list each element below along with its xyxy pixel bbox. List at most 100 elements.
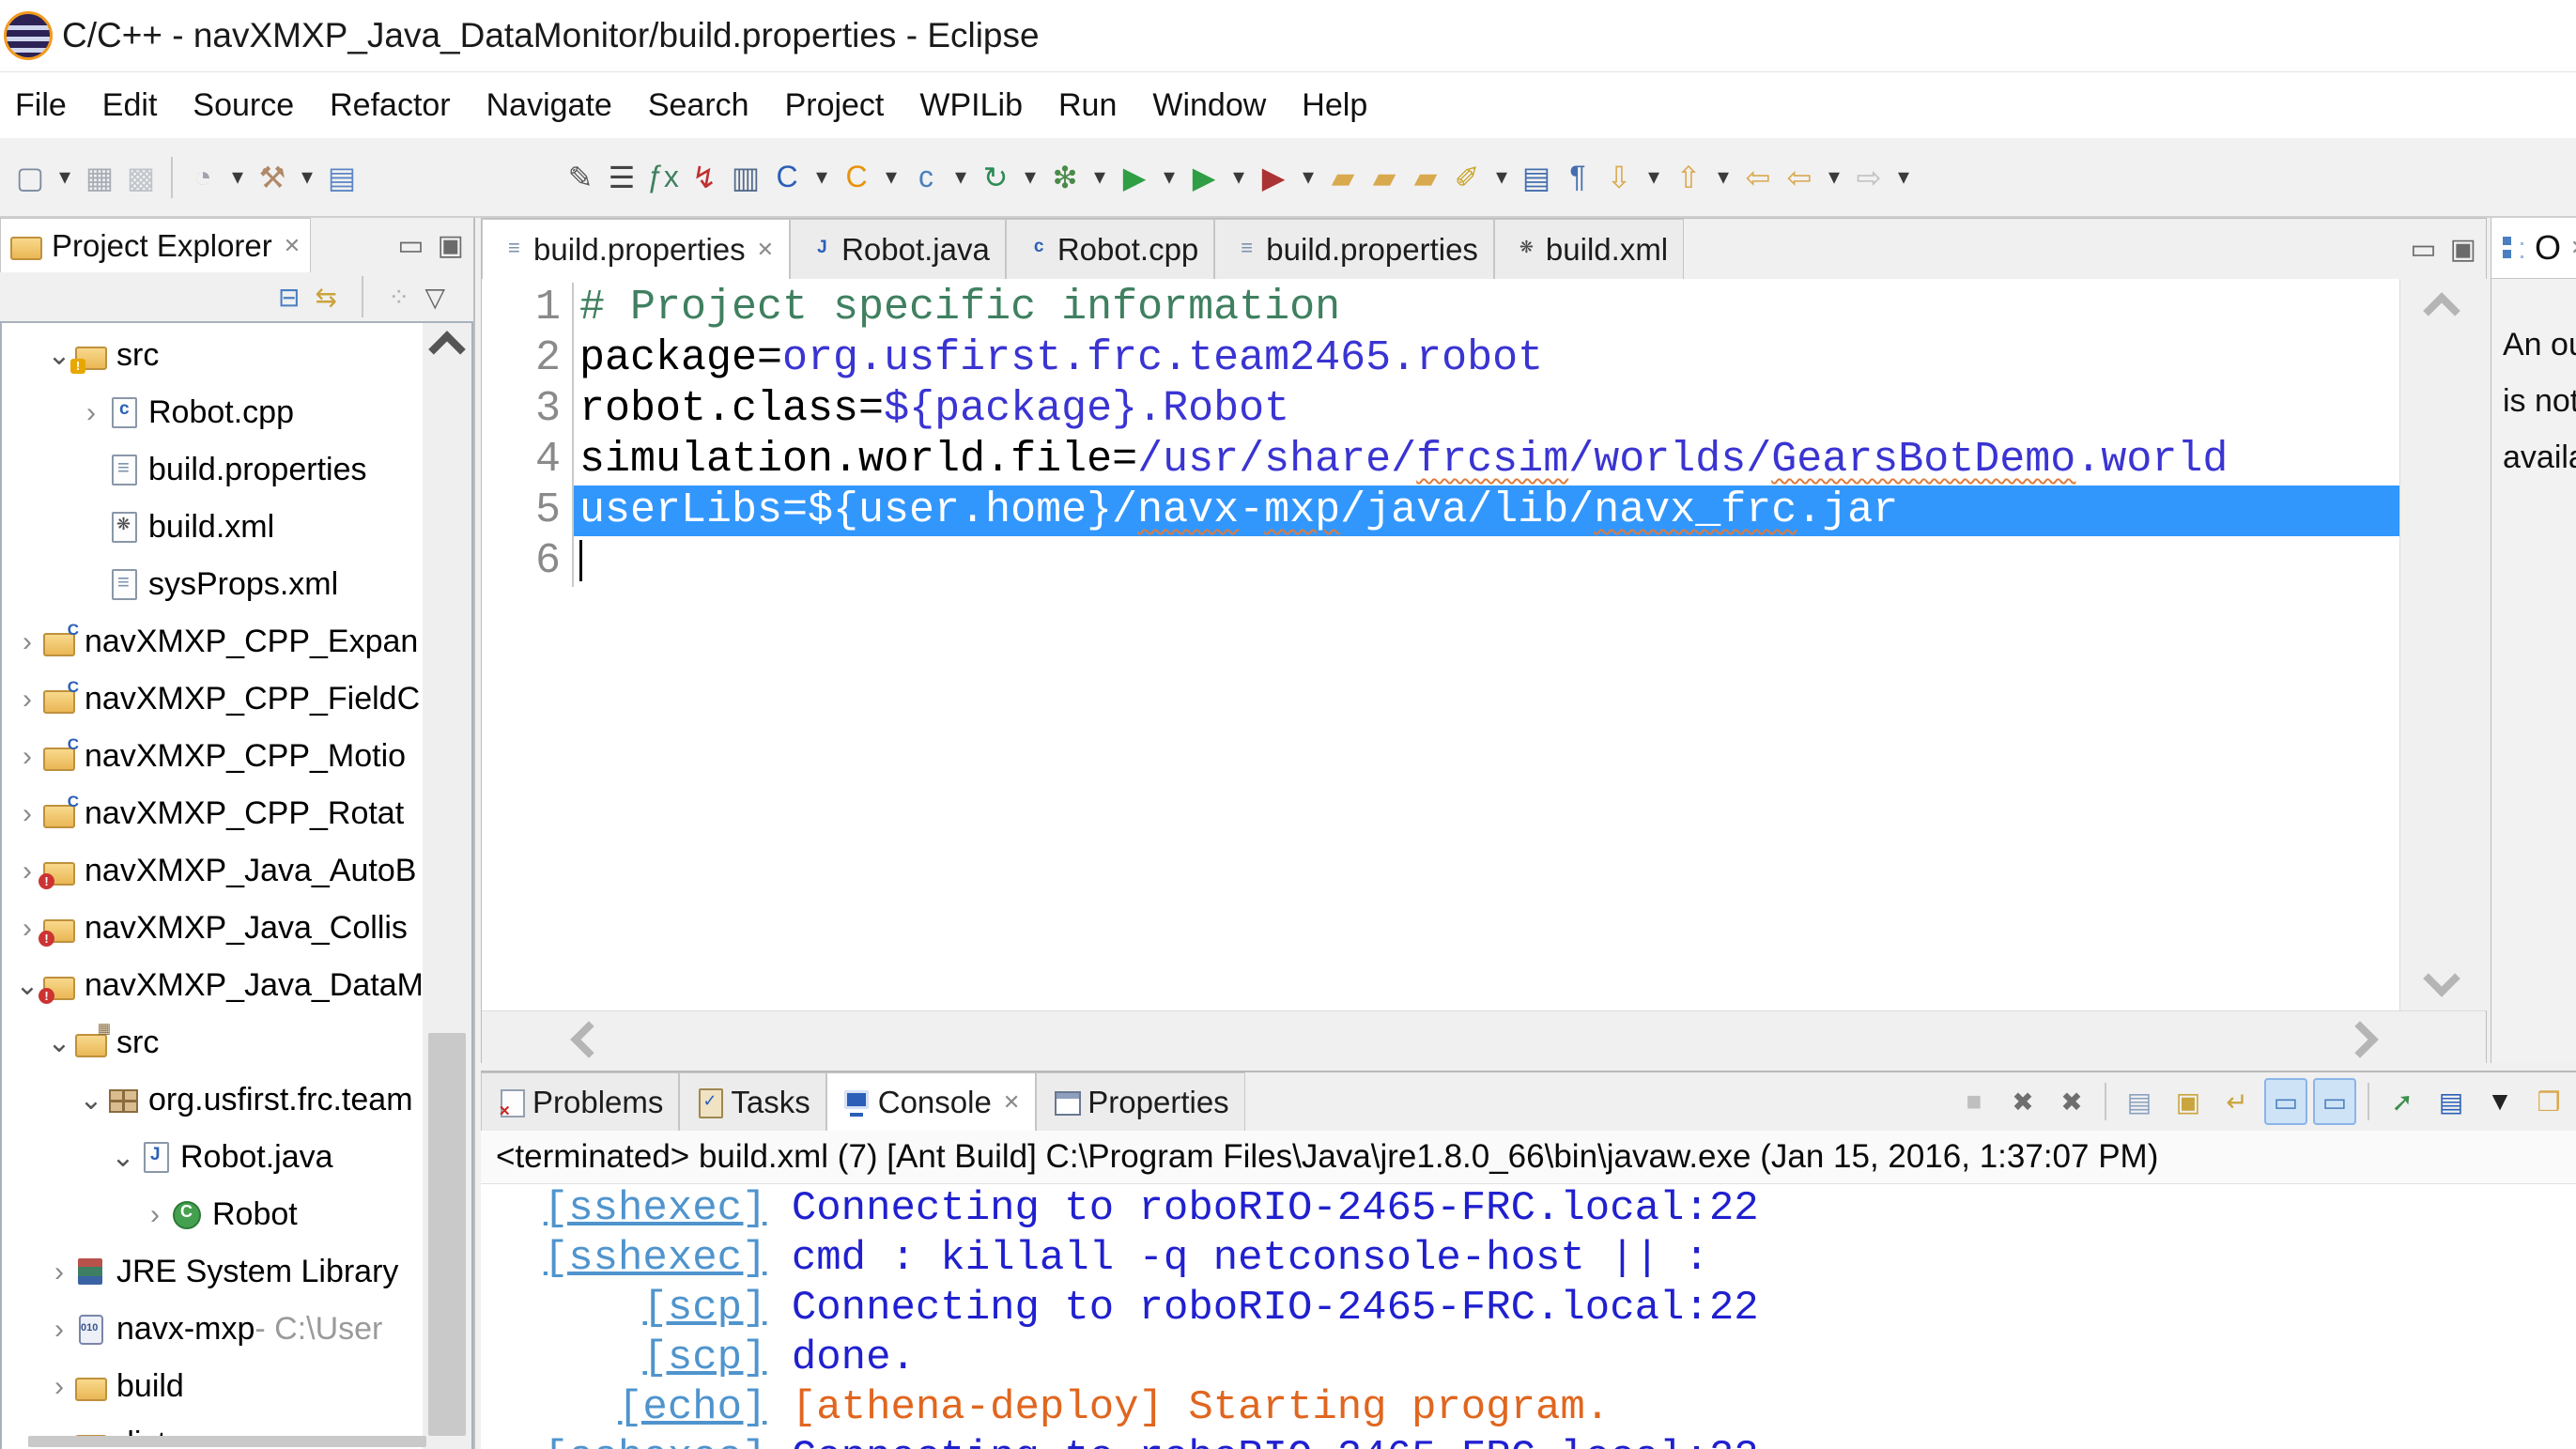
outline-title[interactable]: O (2535, 228, 2561, 268)
tab-robot-cpp[interactable]: Robot.cpp (1006, 219, 1214, 279)
attach-debugger-icon[interactable]: ↯ (684, 155, 725, 200)
tree-item-sysprops-xml[interactable]: sysProps.xml (2, 556, 421, 613)
tab-project-explorer[interactable]: Project Explorer ✕ (0, 218, 311, 272)
tree-item-build[interactable]: ›build (2, 1358, 421, 1415)
restart-dropdown-icon[interactable]: ▾ (1016, 155, 1044, 200)
minimize-icon[interactable]: ▭ (397, 229, 424, 262)
collapse-all-icon[interactable]: ⊟ (278, 282, 300, 313)
pin-console-icon[interactable]: ➚ (2381, 1078, 2424, 1125)
console-task-link[interactable]: [scp] (642, 1334, 766, 1381)
save-icon[interactable]: ▦ (79, 155, 120, 200)
open-console-icon[interactable]: ▤ (2429, 1078, 2473, 1125)
format-brush-icon[interactable]: ✐ (1446, 155, 1488, 200)
report-icon[interactable]: ▤ (1516, 155, 1557, 200)
clear-console-icon[interactable]: ▤ (2118, 1078, 2161, 1125)
menu-run[interactable]: Run (1058, 87, 1117, 124)
expand-arrow-icon[interactable]: › (75, 397, 107, 429)
menu-search[interactable]: Search (648, 87, 749, 124)
menu-window[interactable]: Window (1152, 87, 1266, 124)
tree-item-build-properties[interactable]: build.properties (2, 441, 421, 499)
collapse-arrow-icon[interactable]: ⌄ (107, 1141, 139, 1174)
link-with-editor-icon[interactable]: ⇆ (316, 282, 337, 313)
open-type-icon[interactable]: ▰ (1364, 155, 1405, 200)
profile-dropdown-icon[interactable]: ▾ (1294, 155, 1322, 200)
open-resource-icon[interactable]: ▰ (1322, 155, 1364, 200)
run-external-dropdown-icon[interactable]: ▾ (1225, 155, 1253, 200)
launch-history-dropdown-icon[interactable]: ▾ (224, 155, 252, 200)
expand-arrow-icon[interactable]: › (43, 1371, 75, 1403)
console-task-link[interactable]: [sshexec] (544, 1235, 767, 1282)
tree-item-navxmxp-java-autob[interactable]: ›navXMXP_Java_AutoB (2, 842, 421, 900)
new-c-file-dropdown-icon[interactable]: ▾ (947, 155, 975, 200)
scroll-right-icon[interactable] (2341, 1021, 2379, 1058)
expand-arrow-icon[interactable]: › (11, 626, 43, 658)
tree-item-navxmxp-cpp-motio[interactable]: ›navXMXP_CPP_Motio (2, 728, 421, 785)
menu-edit[interactable]: Edit (102, 87, 158, 124)
open-element-icon[interactable]: ▰ (1405, 155, 1446, 200)
console-list-icon[interactable]: ☰ (601, 155, 642, 200)
scroll-up-icon[interactable] (2423, 292, 2460, 330)
show-stderr-icon[interactable]: ▭ (2313, 1078, 2356, 1125)
memory-view-icon[interactable]: ▥ (725, 155, 766, 200)
filters-icon[interactable]: ⁘ (388, 282, 409, 313)
show-stdout-icon[interactable]: ▭ (2264, 1078, 2307, 1125)
maximize-icon[interactable]: ▣ (2450, 233, 2476, 266)
back-dropdown-icon[interactable]: ▾ (1820, 155, 1848, 200)
expand-arrow-icon[interactable]: › (43, 1314, 75, 1346)
horizontal-scroll-thumb[interactable] (28, 1436, 426, 1447)
tree-item-build-xml[interactable]: build.xml (2, 499, 421, 556)
scroll-up-icon[interactable] (428, 331, 466, 368)
tree-item-robot-cpp[interactable]: ›Robot.cpp (2, 384, 421, 441)
maximize-icon[interactable]: ▣ (438, 229, 464, 262)
pull-down-dropdown-icon[interactable]: ▾ (1640, 155, 1668, 200)
new-class-icon[interactable]: C (836, 155, 877, 200)
expressions-icon[interactable]: ƒx (642, 155, 684, 200)
tab-build-properties[interactable]: build.properties✕ (482, 219, 790, 279)
close-icon[interactable]: ✕ (284, 234, 301, 258)
expand-arrow-icon[interactable]: › (43, 1428, 75, 1437)
text-editor[interactable]: 1# Project specific information2package=… (482, 279, 2399, 1010)
run-dropdown-icon[interactable]: ▾ (1155, 155, 1183, 200)
console-task-link[interactable]: [echo] (618, 1384, 766, 1431)
collapse-arrow-icon[interactable]: ⌄ (75, 1084, 107, 1117)
build-hammer-icon[interactable]: ⚒ (252, 155, 293, 200)
stop-icon[interactable]: ■ (1952, 1078, 1996, 1125)
back-icon[interactable]: ⇦ (1737, 155, 1779, 200)
console-task-link[interactable]: [sshexec] (544, 1434, 767, 1449)
close-icon[interactable]: ✕ (1003, 1090, 1020, 1115)
tab-robot-java[interactable]: Robot.java (790, 219, 1006, 279)
mark-occurrences-icon[interactable]: ✎ (560, 155, 601, 200)
new-c-file-icon[interactable]: c (905, 155, 947, 200)
minimize-icon[interactable]: ▭ (2410, 233, 2436, 266)
tree-item-navxmxp-cpp-fieldc[interactable]: ›navXMXP_CPP_FieldC (2, 671, 421, 728)
expand-arrow-icon[interactable]: › (11, 684, 43, 716)
push-up-icon[interactable]: ⇧ (1668, 155, 1709, 200)
scroll-left-icon[interactable] (570, 1021, 608, 1058)
collapse-arrow-icon[interactable]: ⌄ (43, 1026, 75, 1059)
restart-icon[interactable]: ↻ (975, 155, 1016, 200)
binary-file-icon[interactable]: ▤ (321, 155, 362, 200)
format-dropdown-icon[interactable]: ▾ (1488, 155, 1516, 200)
forward-icon[interactable]: ⇨ (1848, 155, 1890, 200)
tab-build-xml[interactable]: build.xml (1494, 219, 1684, 279)
profile-icon[interactable]: ▶ (1253, 155, 1294, 200)
tree-item-navxmxp-cpp-rotat[interactable]: ›navXMXP_CPP_Rotat (2, 785, 421, 842)
expand-arrow-icon[interactable]: › (11, 798, 43, 830)
tree-item-org-usfirst-frc-team[interactable]: ⌄org.usfirst.frc.team (2, 1071, 421, 1129)
tree-item-robot[interactable]: ›Robot (2, 1186, 421, 1243)
close-icon[interactable]: ✕ (2570, 236, 2576, 260)
new-class-dropdown-icon[interactable]: ▾ (877, 155, 905, 200)
run-external-icon[interactable]: ▶ (1183, 155, 1225, 200)
scroll-down-icon[interactable] (2423, 960, 2460, 997)
expand-arrow-icon[interactable]: › (139, 1199, 171, 1231)
close-console-icon[interactable]: ✖ (2001, 1078, 2044, 1125)
editor-horizontal-scrollbar[interactable] (482, 1010, 2486, 1063)
vertical-scroll-thumb[interactable] (428, 1033, 466, 1436)
view-menu-icon[interactable]: ▼ (2478, 1078, 2522, 1125)
show-whitespace-icon[interactable]: ¶ (1557, 155, 1598, 200)
tab-build-properties[interactable]: build.properties (1214, 219, 1494, 279)
save-all-icon[interactable]: ▩ (120, 155, 162, 200)
console-task-link[interactable]: [sshexec] (544, 1185, 767, 1232)
menu-source[interactable]: Source (193, 87, 294, 124)
build-dropdown-icon[interactable]: ▾ (293, 155, 321, 200)
